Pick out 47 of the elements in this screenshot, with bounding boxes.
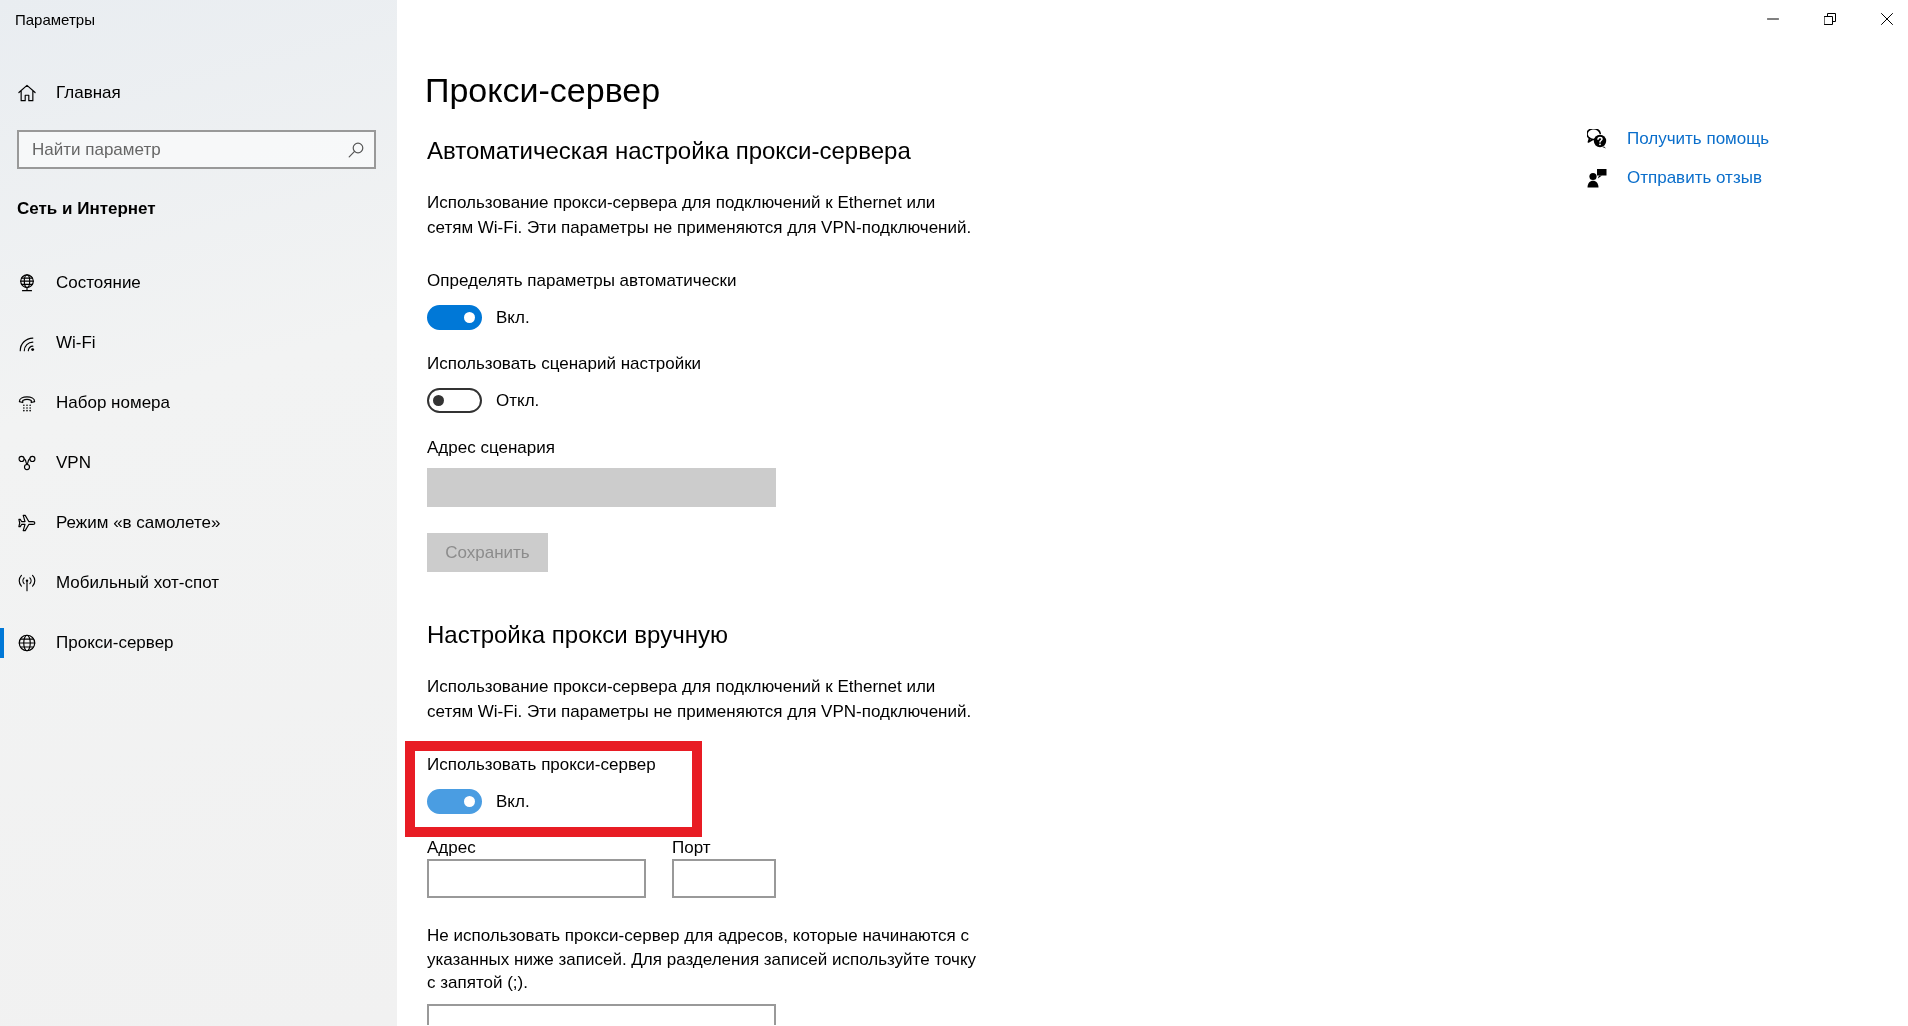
phone-icon [18, 394, 36, 412]
home-icon [18, 84, 36, 102]
field-label: Адрес сценария [427, 437, 555, 459]
setting-label: Определять параметры автоматически [427, 270, 737, 292]
nav-item[interactable]: Режим «в самолете» [0, 493, 397, 553]
address-field[interactable] [427, 859, 646, 898]
help-link[interactable]: Получить помощь [1587, 124, 1770, 154]
description-text: Использование прокси-сервера для подключений к Ethernet или сетям Wi-Fi. Эти параметры не применяются для VPN-подключений. [427, 192, 973, 239]
search-icon [348, 142, 364, 158]
field-label: Адрес [427, 838, 476, 858]
close-icon [1880, 13, 1893, 25]
section-title: Сеть и Интернет [17, 198, 156, 220]
exceptions-field[interactable] [427, 1003, 776, 1025]
toggle-state-text: Откл. [496, 389, 540, 412]
airplane-icon [18, 514, 36, 532]
toggle-switch[interactable] [427, 388, 482, 413]
nav-item[interactable]: Набор номера [0, 373, 397, 433]
toggle-state-text: Вкл. [496, 306, 530, 329]
page-title: Прокси-сервер [425, 70, 661, 111]
person-speech-icon [1587, 168, 1607, 188]
field-label: Порт [672, 838, 711, 858]
toggle-switch[interactable] [427, 789, 482, 814]
globe-stand-icon [18, 274, 36, 292]
linked-circles-icon [18, 454, 36, 472]
question-bubble-icon [1587, 129, 1607, 149]
globe-icon [18, 634, 36, 652]
antenna-icon [18, 574, 36, 592]
nav-item[interactable]: Главная [0, 69, 397, 117]
nav-item[interactable]: VPN [0, 433, 397, 493]
description-text: Не использовать прокси-сервер для адресов, которые начинаются с указанных ниже записей. Для разделения записей используйте точку с запятой (;). [427, 925, 978, 994]
feedback-link[interactable]: Отправить отзыв [1587, 163, 1762, 193]
window-title: Параметры [15, 10, 95, 30]
toggle-state-text: Вкл. [496, 790, 530, 813]
setting-label: Использовать прокси-сервер [427, 754, 656, 776]
section-heading: Автоматическая настройка прокси-сервера [427, 136, 911, 166]
restore-icon [1823, 13, 1836, 25]
nav-item[interactable]: Мобильный хот-спот [0, 553, 397, 613]
search-field[interactable]: Найти параметр [17, 130, 376, 169]
nav-item[interactable]: Состояние [0, 253, 397, 313]
description-text: Использование прокси-сервера для подключений к Ethernet или сетям Wi-Fi. Эти параметры не применяются для VPN-подключений. [427, 676, 973, 723]
section-heading: Настройка прокси вручную [427, 620, 728, 650]
wifi-icon [18, 334, 36, 352]
setting-label: Использовать сценарий настройки [427, 353, 702, 375]
toggle-switch[interactable] [427, 305, 482, 330]
port-field[interactable] [672, 859, 776, 898]
nav-item[interactable]: Прокси-сервер [0, 613, 397, 673]
nav-item[interactable]: Wi-Fi [0, 313, 397, 373]
